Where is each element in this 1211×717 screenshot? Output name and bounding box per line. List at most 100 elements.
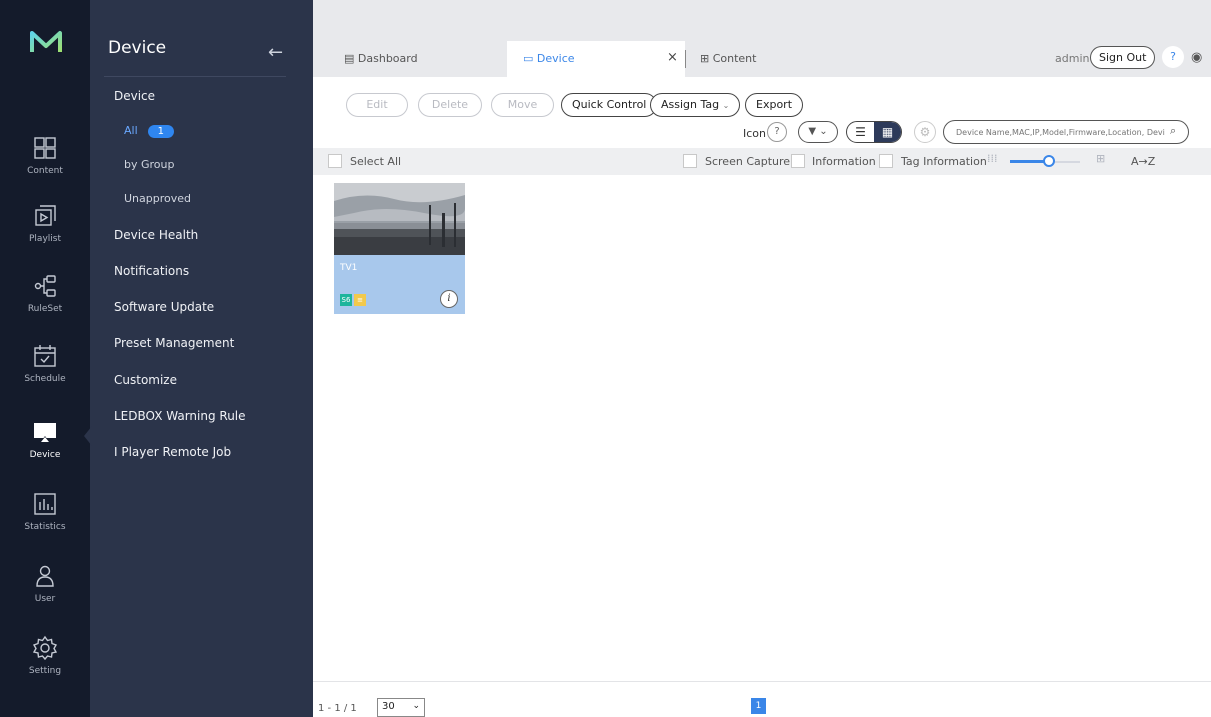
information-label: Information (812, 155, 876, 168)
nav-rail: Content Playlist RuleSet Schedule Device… (0, 0, 90, 717)
chevron-down-icon: ⌄ (819, 126, 828, 137)
current-user: admin (1055, 52, 1090, 65)
help-icon[interactable]: ? (1162, 46, 1184, 68)
tag-information-label: Tag Information (901, 155, 987, 168)
sidebar-item-device-health[interactable]: Device Health (114, 228, 198, 242)
icon-label: Icon (743, 127, 766, 140)
content-icon (34, 137, 56, 159)
sidebar-item-by-group[interactable]: by Group (124, 158, 174, 171)
edit-button[interactable]: Edit (346, 93, 408, 117)
settings-gear-icon[interactable]: ⚙ (914, 121, 936, 143)
playlist-icon (35, 205, 56, 226)
filter-button[interactable]: ▼ ⌄ (798, 121, 838, 143)
grid-icon: ⊞ (700, 52, 710, 65)
sidebar-item-ledbox-warning-rule[interactable]: LEDBOX Warning Rule (114, 409, 246, 423)
sidebar-item-label: All (124, 124, 138, 137)
select-all-label: Select All (350, 155, 402, 168)
close-tab-icon[interactable]: × (667, 50, 678, 65)
rail-label: Setting (28, 666, 62, 676)
grid-view-icon[interactable]: ▦ (874, 122, 901, 142)
model-badge: S6 (340, 294, 352, 306)
rail-label: Statistics (24, 522, 66, 532)
sidebar-item-notifications[interactable]: Notifications (114, 264, 189, 278)
delete-button[interactable]: Delete (418, 93, 482, 117)
rail-item-schedule[interactable]: Schedule (0, 336, 90, 402)
info-icon[interactable]: i (440, 290, 458, 308)
tab-dashboard[interactable]: ▤ Dashboard (328, 41, 498, 77)
tag-badge: ≡ (354, 294, 366, 306)
screen-capture-checkbox[interactable] (683, 154, 697, 168)
rail-label: Schedule (24, 374, 66, 384)
page-size-value: 30 (382, 701, 395, 712)
rail-item-setting[interactable]: Setting (0, 628, 90, 694)
rail-item-ruleset[interactable]: RuleSet (0, 266, 90, 332)
tag-information-checkbox[interactable] (879, 154, 893, 168)
page-size-select[interactable]: 30 ⌄ (377, 698, 425, 717)
small-grid-icon: ⁞⁞⁞ (987, 152, 998, 165)
quick-control-button[interactable]: Quick Control (561, 93, 658, 117)
device-card[interactable]: TV1 S6 ≡ i (334, 183, 465, 314)
rail-item-content[interactable]: Content (0, 128, 90, 194)
tab-label: Content (712, 52, 757, 65)
size-slider-handle[interactable] (1043, 155, 1055, 167)
rail-item-statistics[interactable]: Statistics (0, 484, 90, 550)
schedule-icon (34, 345, 56, 367)
assign-tag-label: Assign Tag (661, 98, 720, 111)
rail-label: User (34, 594, 56, 604)
sidebar-item-all[interactable]: All 1 (124, 124, 175, 138)
search-icon[interactable]: ⌕ (1170, 124, 1176, 138)
rail-label: Content (27, 166, 63, 176)
globe-icon[interactable]: ◉ (1191, 50, 1202, 65)
move-button[interactable]: Move (491, 93, 554, 117)
setting-icon (32, 635, 58, 661)
logo-icon (30, 31, 62, 52)
sidebar-item-unapproved[interactable]: Unapproved (124, 192, 191, 205)
screen-capture-label: Screen Capture (705, 155, 791, 168)
ruleset-icon (34, 275, 56, 297)
device-icon (34, 423, 56, 443)
device-thumbnail-image (334, 183, 465, 255)
device-screenshot (334, 183, 465, 255)
page-range: 1 - 1 / 1 (318, 703, 357, 714)
tab-device[interactable]: ▭ Device (507, 41, 685, 77)
sort-button[interactable]: A→Z (1131, 155, 1155, 168)
select-all-checkbox[interactable] (328, 154, 342, 168)
device-name: TV1 (340, 263, 358, 273)
sidebar-item-device[interactable]: Device (114, 89, 155, 103)
tab-label: Dashboard (357, 52, 418, 65)
rail-label: Device (29, 450, 61, 460)
sidebar-item-preset-management[interactable]: Preset Management (114, 336, 234, 350)
user-icon (36, 565, 54, 587)
device-sidebar: Device ← Device All 1 by Group Unapproved… (90, 0, 313, 717)
rail-item-device[interactable]: Device (0, 412, 90, 478)
sidebar-item-software-update[interactable]: Software Update (114, 300, 214, 314)
rail-item-user[interactable]: User (0, 556, 90, 622)
search-input[interactable] (943, 120, 1189, 144)
active-indicator (84, 426, 92, 446)
count-badge: 1 (147, 124, 175, 138)
list-view-icon[interactable]: ☰ (847, 122, 874, 142)
information-checkbox[interactable] (791, 154, 805, 168)
footer-divider (313, 681, 1211, 682)
sidebar-item-iplayer-remote-job[interactable]: I Player Remote Job (114, 445, 231, 459)
tab-content[interactable]: ⊞ Content (684, 41, 824, 77)
sidebar-divider (104, 76, 286, 77)
rail-label: RuleSet (27, 304, 63, 314)
export-button[interactable]: Export (745, 93, 804, 117)
sidebar-item-customize[interactable]: Customize (114, 373, 177, 387)
rail-label: Playlist (29, 234, 61, 244)
chevron-down-icon: ⌄ (412, 701, 420, 711)
sidebar-title: Device (108, 38, 167, 58)
filter-icon: ▼ (808, 126, 817, 137)
help-circle-icon[interactable]: ? (767, 122, 787, 142)
tab-label: Device (536, 52, 575, 65)
page-number-current[interactable]: 1 (751, 698, 766, 714)
statistics-icon (34, 493, 56, 515)
rail-item-playlist[interactable]: Playlist (0, 196, 90, 262)
view-toggle[interactable]: ☰ ▦ (846, 121, 902, 143)
large-grid-icon: ⊞ (1096, 152, 1106, 165)
assign-tag-button[interactable]: Assign Tag ⌄ (650, 93, 741, 117)
sign-out-button[interactable]: Sign Out (1090, 46, 1156, 69)
chevron-down-icon: ⌄ (722, 101, 730, 110)
collapse-sidebar-icon[interactable]: ← (268, 42, 283, 63)
